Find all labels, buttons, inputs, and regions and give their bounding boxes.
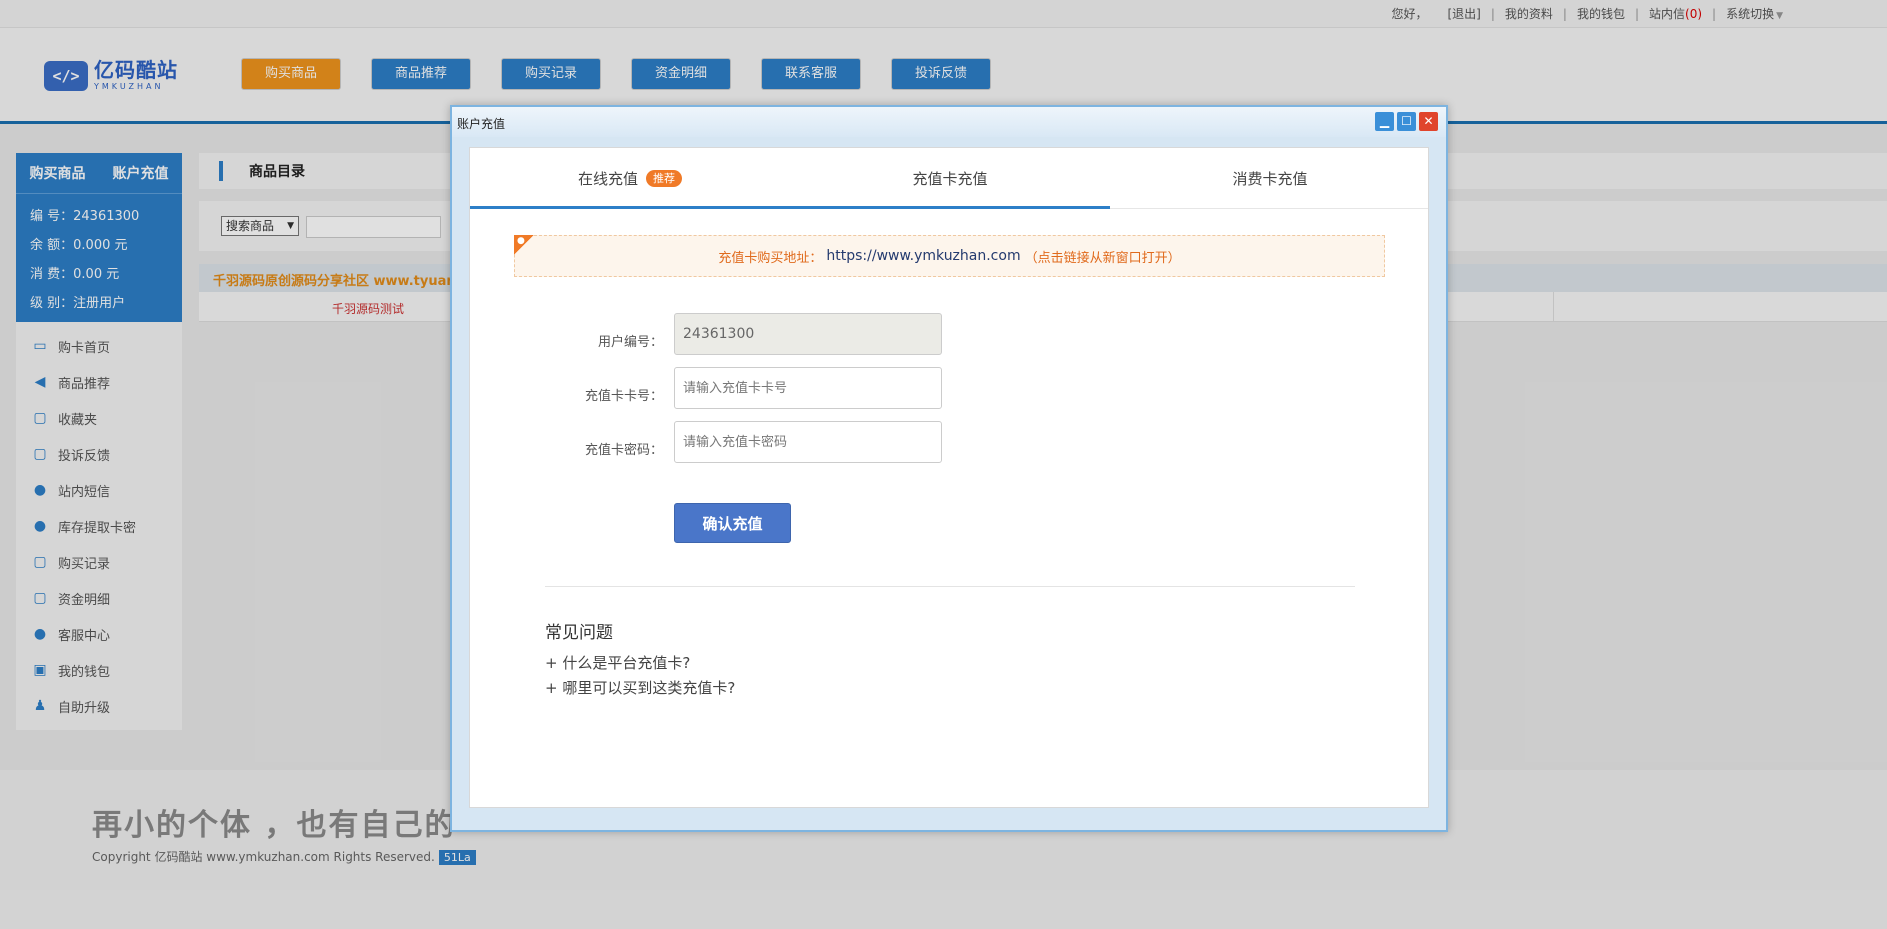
tab-label: 在线充值 — [577, 170, 638, 188]
card-password-label: 充值卡密码： — [584, 443, 663, 458]
active-tab-indicator — [470, 206, 1110, 209]
divider — [545, 586, 1355, 587]
dialog-body: 在线充值 推荐 充值卡充值 消费卡充值 ● 充值卡购买地址： https://w… — [469, 147, 1429, 808]
user-id-field[interactable] — [674, 313, 942, 355]
pin-icon: ● — [514, 235, 534, 255]
tab-online-recharge[interactable]: 在线充值 推荐 — [470, 148, 790, 209]
recommend-badge: 推荐 — [646, 170, 682, 187]
close-icon[interactable]: ✕ — [1419, 112, 1438, 131]
faq-item[interactable]: + 什么是平台充值卡? — [545, 652, 690, 673]
purchase-address-notice: ● 充值卡购买地址： https://www.ymkuzhan.com （点击链… — [514, 235, 1385, 277]
card-number-input[interactable] — [674, 367, 942, 409]
confirm-recharge-button[interactable]: 确认充值 — [674, 503, 791, 543]
dialog-titlebar[interactable]: 账户充值 ▁ ☐ ✕ — [452, 107, 1446, 137]
faq-title: 常见问题 — [545, 623, 613, 643]
tab-card-recharge[interactable]: 充值卡充值 — [790, 148, 1110, 209]
faq-item[interactable]: + 哪里可以买到这类充值卡? — [545, 677, 735, 698]
dialog-title: 账户充值 — [457, 117, 506, 131]
addr-suffix: （点击链接从新窗口打开） — [1024, 250, 1181, 266]
recharge-tabs: 在线充值 推荐 充值卡充值 消费卡充值 — [470, 148, 1428, 209]
tab-consume-card[interactable]: 消费卡充值 — [1110, 148, 1430, 209]
minimize-icon[interactable]: ▁ — [1375, 112, 1394, 131]
user-id-label: 用户编号： — [597, 335, 663, 350]
addr-prefix: 充值卡购买地址： — [718, 250, 823, 266]
card-number-label: 充值卡卡号： — [584, 389, 663, 404]
tab-label: 消费卡充值 — [1232, 170, 1308, 188]
card-password-input[interactable] — [674, 421, 942, 463]
purchase-address-link[interactable]: https://www.ymkuzhan.com — [826, 248, 1020, 264]
tab-label: 充值卡充值 — [912, 170, 988, 188]
maximize-icon[interactable]: ☐ — [1397, 112, 1416, 131]
recharge-dialog: 账户充值 ▁ ☐ ✕ 在线充值 推荐 充值卡充值 消费卡充值 ● 充值卡购买地址… — [450, 105, 1448, 832]
